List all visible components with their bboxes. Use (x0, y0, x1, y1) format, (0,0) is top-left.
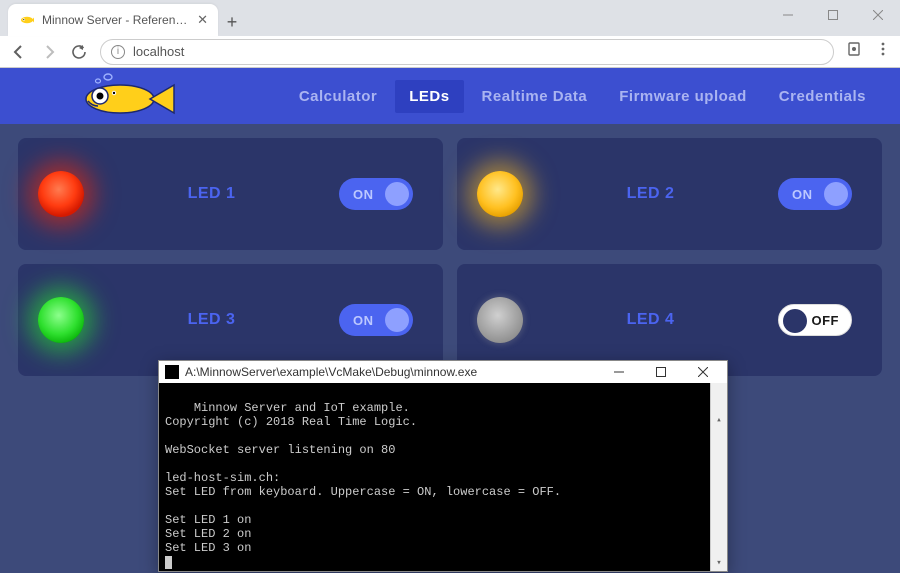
nav-link-credentials[interactable]: Credentials (765, 80, 880, 113)
led-toggle-4[interactable]: OFF (778, 304, 852, 336)
led-bulb-icon (477, 297, 523, 343)
console-output: Minnow Server and IoT example. Copyright… (159, 383, 727, 571)
console-window[interactable]: A:\MinnowServer\example\VcMake\Debug\min… (158, 360, 728, 572)
tab-close-icon[interactable]: ✕ (197, 12, 208, 28)
console-maximize-button[interactable] (643, 361, 679, 383)
led-bulb-icon (477, 171, 523, 217)
console-close-button[interactable] (685, 361, 721, 383)
led-grid: LED 1 ON LED 2 ON LED 3 ON LED 4 OFF (0, 124, 900, 390)
led-label: LED 2 (627, 185, 675, 203)
console-app-icon (165, 365, 179, 379)
url-text: localhost (133, 44, 184, 59)
led-bulb-icon (38, 297, 84, 343)
nav-forward-button[interactable] (40, 43, 58, 61)
window-maximize-button[interactable] (810, 0, 855, 30)
address-bar: i localhost (0, 36, 900, 68)
browser-chrome: Minnow Server - Reference Platf ✕ + i lo… (0, 0, 900, 68)
toggle-knob-icon (824, 182, 848, 206)
console-minimize-button[interactable] (601, 361, 637, 383)
nav-reload-button[interactable] (70, 43, 88, 61)
led-label: LED 1 (188, 185, 236, 203)
nav-link-firmware-upload[interactable]: Firmware upload (605, 80, 761, 113)
led-card-1: LED 1 ON (18, 138, 443, 250)
led-toggle-1[interactable]: ON (339, 178, 413, 210)
led-toggle-3[interactable]: ON (339, 304, 413, 336)
led-bulb-icon (38, 171, 84, 217)
led-label: LED 4 (627, 311, 675, 329)
console-title-text: A:\MinnowServer\example\VcMake\Debug\min… (185, 365, 477, 379)
window-close-button[interactable] (855, 0, 900, 30)
app-logo-icon (70, 71, 200, 121)
led-card-2: LED 2 ON (457, 138, 882, 250)
tab-title: Minnow Server - Reference Platf (42, 13, 189, 27)
console-titlebar[interactable]: A:\MinnowServer\example\VcMake\Debug\min… (159, 361, 727, 383)
nav-link-realtime-data[interactable]: Realtime Data (468, 80, 602, 113)
window-controls (765, 0, 900, 30)
console-cursor-icon (165, 556, 172, 569)
nav-back-button[interactable] (10, 43, 28, 61)
nav-links: CalculatorLEDsRealtime DataFirmware uplo… (285, 80, 880, 113)
toggle-knob-icon (385, 182, 409, 206)
toggle-knob-icon (385, 308, 409, 332)
window-minimize-button[interactable] (765, 0, 810, 30)
nav-link-calculator[interactable]: Calculator (285, 80, 391, 113)
site-info-icon[interactable]: i (111, 45, 125, 59)
toggle-label: OFF (812, 313, 840, 328)
menu-icon[interactable] (876, 42, 890, 61)
led-label: LED 3 (188, 311, 236, 329)
new-tab-button[interactable]: + (218, 8, 246, 36)
toggle-label: ON (353, 313, 374, 328)
browser-tab[interactable]: Minnow Server - Reference Platf ✕ (8, 4, 218, 36)
app-navbar: CalculatorLEDsRealtime DataFirmware uplo… (0, 68, 900, 124)
led-toggle-2[interactable]: ON (778, 178, 852, 210)
console-scrollbar[interactable]: ▴ ▾ (710, 383, 727, 571)
toggle-label: ON (792, 187, 813, 202)
nav-link-leds[interactable]: LEDs (395, 80, 463, 113)
toggle-knob-icon (783, 309, 807, 333)
scroll-down-icon[interactable]: ▾ (711, 554, 727, 571)
profile-icon[interactable] (846, 41, 862, 62)
toggle-label: ON (353, 187, 374, 202)
tab-favicon-icon (18, 12, 34, 28)
url-input[interactable]: i localhost (100, 39, 834, 65)
